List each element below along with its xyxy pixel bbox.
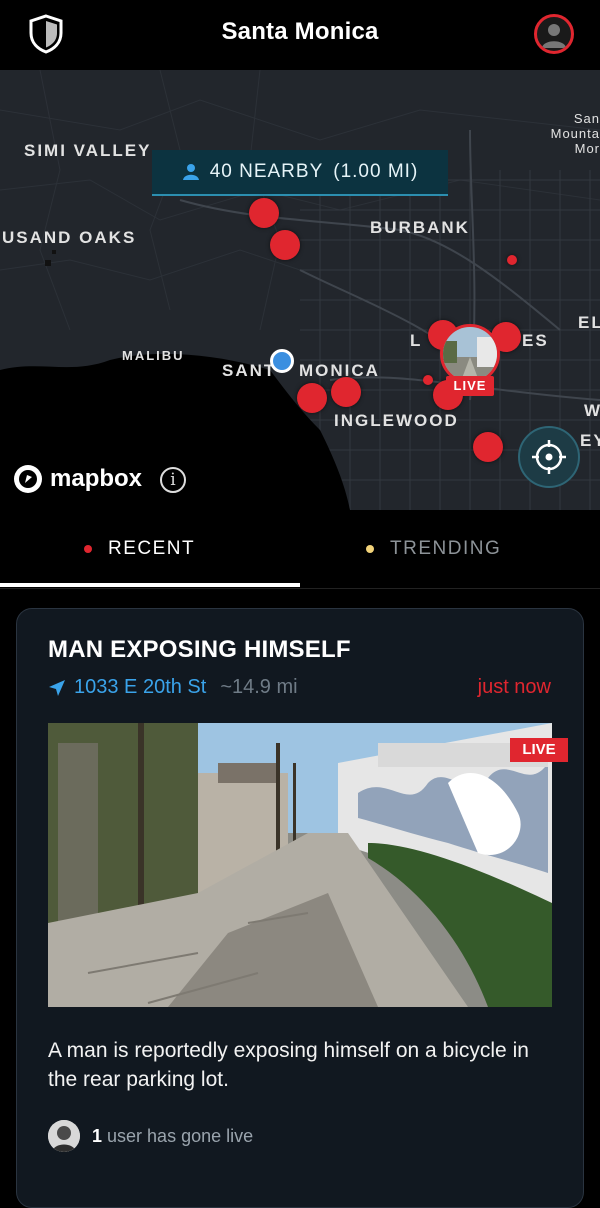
trending-dot-icon [366,545,374,553]
person-icon [182,164,199,180]
incident-distance: ~14.9 mi [220,676,298,698]
user-avatar-icon [542,24,566,48]
nearby-count-banner[interactable]: 40 NEARBY (1.00 MI) [152,150,448,196]
live-user-text: user has gone live [107,1125,254,1146]
incident-map[interactable]: 40 NEARBY (1.00 MI) SIMI VALLEY USAND OA… [0,70,600,510]
map-label-simi-valley: SIMI VALLEY [24,141,152,160]
map-label-san: San [573,111,600,126]
incident-address: 1033 E 20th St [74,676,207,698]
map-label-san-gabriel: San Mounta Mor [550,111,600,156]
user-photo [48,1120,80,1152]
incident-pin[interactable] [297,383,327,413]
live-thumbnail [443,327,497,381]
live-incident-pin[interactable] [440,324,500,384]
map-label-thousand-oaks: USAND OAKS [2,228,137,247]
recent-dot-icon [84,545,92,553]
incident-live-video[interactable] [48,723,552,1007]
map-label-santa-monica-a: SANT [222,361,277,380]
current-location-marker [270,349,294,373]
incident-address-row[interactable]: 1033 E 20th St ~14.9 mi [48,676,298,699]
map-label-inglewood: INGLEWOOD [334,411,459,430]
map-terrain [0,70,600,510]
nearby-count: 40 NEARBY [209,161,324,182]
tab-trending[interactable]: TRENDING [366,510,501,588]
app-header: Santa Monica [0,0,600,70]
map-label-ey: EY [580,431,600,450]
incident-pin[interactable] [270,230,300,260]
tab-recent-label: RECENT [108,538,196,559]
alley-scene-image [48,723,552,1007]
map-label-burbank: BURBANK [370,218,470,237]
went-live-row[interactable]: 1 user has gone live [48,1120,253,1152]
live-pin-badge: LIVE [446,376,494,396]
map-label-mountains: Mounta [550,126,600,141]
incident-title: MAN EXPOSING HIMSELF [48,636,351,663]
live-user-count: 1 [92,1125,103,1146]
active-tab-indicator [0,583,300,587]
map-label-malibu: MALIBU [122,348,185,363]
incident-pin[interactable] [423,375,433,385]
recenter-button[interactable] [518,426,580,488]
info-icon[interactable]: i [160,467,186,493]
avatar [48,1120,80,1152]
incident-time: just now [477,676,551,698]
tab-trending-label: TRENDING [390,538,502,559]
incident-pin[interactable] [473,432,503,462]
incident-pin[interactable] [331,377,361,407]
mapbox-attribution[interactable]: mapbox [14,465,142,493]
incident-pin[interactable] [249,198,279,228]
mapbox-wordmark: mapbox [50,465,143,492]
mapbox-logo-icon [14,465,42,493]
navigation-arrow-icon [49,679,65,696]
map-label-los-angeles-a: L [410,331,423,350]
incident-pin[interactable] [507,255,517,265]
live-badge: LIVE [510,738,568,762]
feed-tabs: RECENT TRENDING [0,510,600,590]
map-label-w: W [584,401,600,420]
tab-recent[interactable]: RECENT [84,510,195,588]
nearby-radius: (1.00 MI) [333,161,419,182]
crosshair-icon [532,440,566,474]
page-title: Santa Monica [221,18,379,45]
profile-button[interactable] [534,14,574,54]
incident-description: A man is reportedly exposing himself on … [48,1039,529,1091]
map-label-mor: Mor [574,141,600,156]
map-label-el: EL [578,313,600,332]
map-label-los-angeles-b: ES [522,331,549,350]
